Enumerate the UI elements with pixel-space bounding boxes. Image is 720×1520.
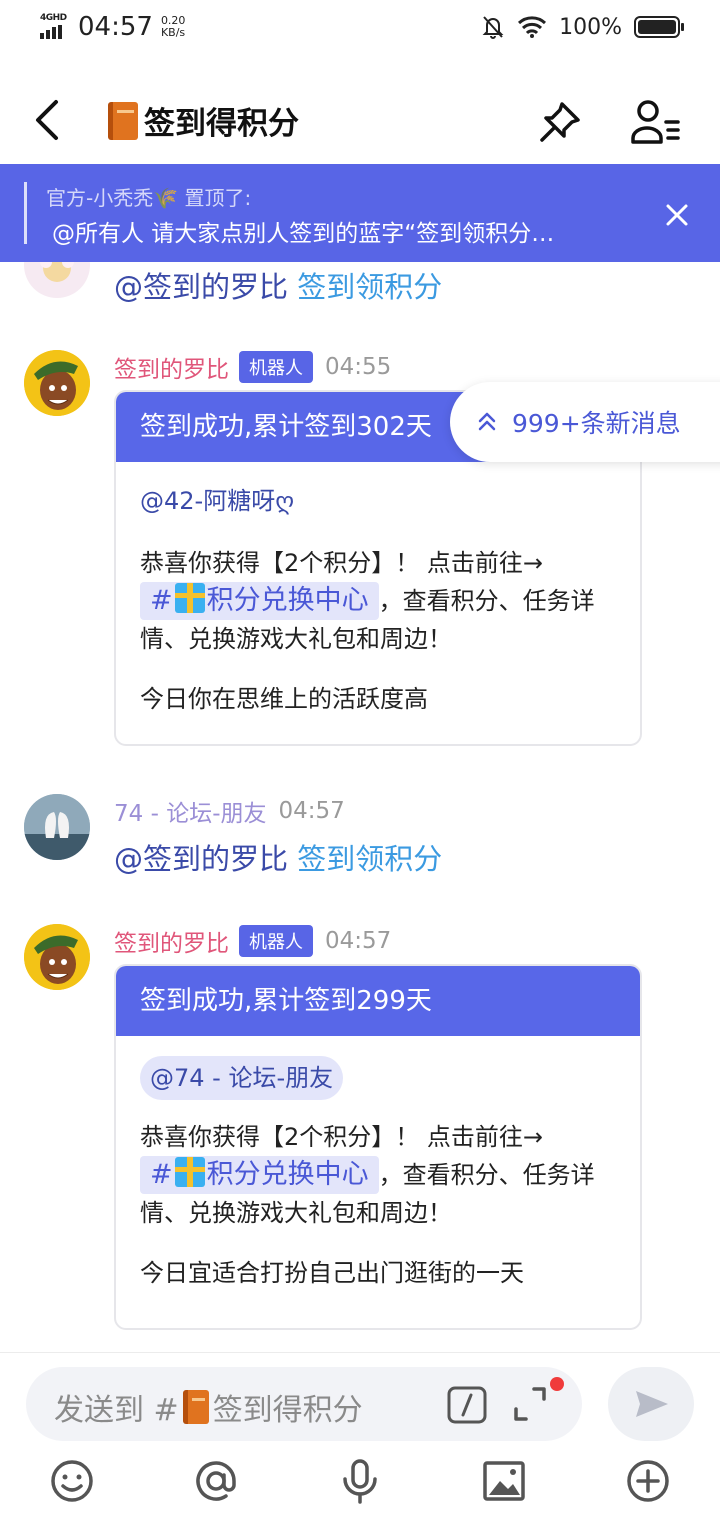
send-button[interactable] [608, 1367, 694, 1441]
network-type: 4GHD [40, 13, 67, 23]
channel-link-chip[interactable]: # 积分兑换中心 [140, 1156, 379, 1194]
sender-name[interactable]: 签到的罗比 [114, 350, 229, 384]
pinned-text: @所有人 请大家点别人签到的蓝字“签到领积分… [52, 221, 555, 247]
card-content: 恭喜你获得【2个积分】！ 点击前往→ # 积分兑换中心 ，查看积分、任务详情、兑换游… [140, 1118, 616, 1232]
hash-symbol: # [150, 1159, 173, 1190]
placeholder-channel: 签到得积分 [212, 1393, 363, 1428]
image-icon[interactable] [480, 1457, 528, 1505]
sender-row: 签到的罗比 机器人 04:57 [114, 924, 391, 958]
close-icon[interactable] [660, 198, 694, 232]
channel-link-chip[interactable]: # 积分兑换中心 [140, 582, 379, 620]
channel-link-label: 积分兑换中心 [206, 585, 369, 616]
emoji-icon[interactable] [48, 1457, 96, 1505]
microphone-icon[interactable] [336, 1457, 384, 1505]
channel-title[interactable]: 签到得积分 [108, 98, 299, 143]
battery-icon [634, 16, 684, 38]
card-fortune: 今日你在思维上的活跃度高 [140, 685, 428, 713]
pinned-message-banner[interactable]: 官方-小秃秃🌾 置顶了: @所有人 请大家点别人签到的蓝字“签到领积分… [0, 164, 720, 262]
pin-icon[interactable] [536, 98, 584, 146]
send-icon [636, 1391, 668, 1417]
sender-row: 74 - 论坛-朋友 04:57 [114, 794, 345, 828]
avatar[interactable] [24, 262, 90, 298]
back-arrow-icon[interactable] [26, 96, 74, 144]
sign-in-card: 签到成功,累计签到299天 @74 - 论坛-朋友 恭喜你获得【2个积分】！ 点… [114, 964, 642, 1330]
mute-bell-icon [482, 16, 504, 39]
page-title: 签到得积分 [144, 106, 299, 142]
card-title: 签到成功,累计签到299天 [116, 966, 640, 1036]
message-time: 04:57 [325, 928, 392, 954]
hash-symbol: # [150, 585, 173, 616]
new-messages-button[interactable]: 999+条新消息 [450, 382, 720, 462]
signal-icon: 4GHD [40, 13, 72, 41]
text-message: @签到的罗比 签到领积分 [114, 264, 442, 306]
bot-badge: 机器人 [239, 925, 313, 957]
avatar[interactable] [24, 794, 90, 860]
plus-circle-icon[interactable] [624, 1457, 672, 1505]
mention[interactable]: @签到的罗比 [114, 270, 288, 304]
channel-link-label: 积分兑换中心 [206, 1159, 369, 1190]
text-message: @签到的罗比 签到领积分 [114, 836, 442, 878]
input-placeholder: 发送到 # 签到得积分 [54, 1385, 363, 1429]
card-body: @74 - 论坛-朋友 恭喜你获得【2个积分】！ 点击前往→ # 积分兑换中心 ，查… [116, 1036, 640, 1312]
card-content: 恭喜你获得【2个积分】！ 点击前往→ # 积分兑换中心 ，查看积分、任务详情、兑换游… [140, 544, 616, 658]
battery-percent: 100% [559, 14, 622, 40]
status-right: 100% [481, 14, 684, 40]
card-mention[interactable]: @42-阿糖呀ღ [140, 482, 616, 520]
card-text-pre: 恭喜你获得【2个积分】！ 点击前往→ [140, 549, 544, 577]
gift-icon [174, 583, 205, 613]
card-fortune: 今日宜适合打扮自己出门逛街的一天 [140, 1259, 524, 1287]
clock: 04:57 [78, 12, 153, 42]
double-chevron-up-icon [478, 412, 496, 431]
sign-in-link[interactable]: 签到领积分 [297, 842, 442, 876]
placeholder-prefix: 发送到 # [54, 1393, 179, 1428]
card-text-pre: 恭喜你获得【2个积分】！ 点击前往→ [140, 1123, 544, 1151]
message-time: 04:57 [278, 798, 345, 824]
card-mention[interactable]: @74 - 论坛-朋友 [140, 1056, 344, 1100]
notification-dot [550, 1377, 564, 1391]
sender-name[interactable]: 签到的罗比 [114, 924, 229, 958]
gift-icon [174, 1157, 205, 1187]
chat-header: 签到得积分 [0, 80, 720, 160]
mention[interactable]: @签到的罗比 [114, 842, 288, 876]
card-body: @42-阿糖呀ღ 恭喜你获得【2个积分】！ 点击前往→ # 积分兑换中心 ，查看积分… [116, 462, 640, 738]
message-time: 04:55 [325, 354, 392, 380]
composer-toolbar [0, 1453, 720, 1513]
network-speed: 0.20 KB/s [161, 15, 186, 39]
wifi-icon [518, 16, 547, 38]
member-list-icon[interactable] [630, 98, 682, 146]
slash-command-icon[interactable] [446, 1385, 488, 1425]
book-icon [108, 101, 138, 140]
sender-row: 签到的罗比 机器人 04:55 [114, 350, 391, 384]
status-left: 4GHD 04:57 0.20 KB/s [40, 12, 185, 42]
message-input[interactable]: 发送到 # 签到得积分 [26, 1367, 582, 1441]
sender-name[interactable]: 74 - 论坛-朋友 [114, 794, 267, 828]
new-messages-label: 999+条新消息 [512, 409, 681, 438]
pinned-accent-bar [24, 182, 27, 244]
composer: 发送到 # 签到得积分 [0, 1352, 720, 1520]
sign-in-link[interactable]: 签到领积分 [297, 270, 442, 304]
expand-icon[interactable] [510, 1383, 550, 1425]
bot-badge: 机器人 [239, 351, 313, 383]
book-icon [182, 1390, 209, 1424]
pinned-author: 官方-小秃秃🌾 置顶了: [46, 186, 252, 210]
speed-unit: KB/s [160, 26, 186, 39]
at-icon[interactable] [192, 1457, 240, 1505]
status-bar: 4GHD 04:57 0.20 KB/s 100% [0, 0, 720, 56]
bot-avatar[interactable] [24, 350, 90, 416]
bot-avatar[interactable] [24, 924, 90, 990]
